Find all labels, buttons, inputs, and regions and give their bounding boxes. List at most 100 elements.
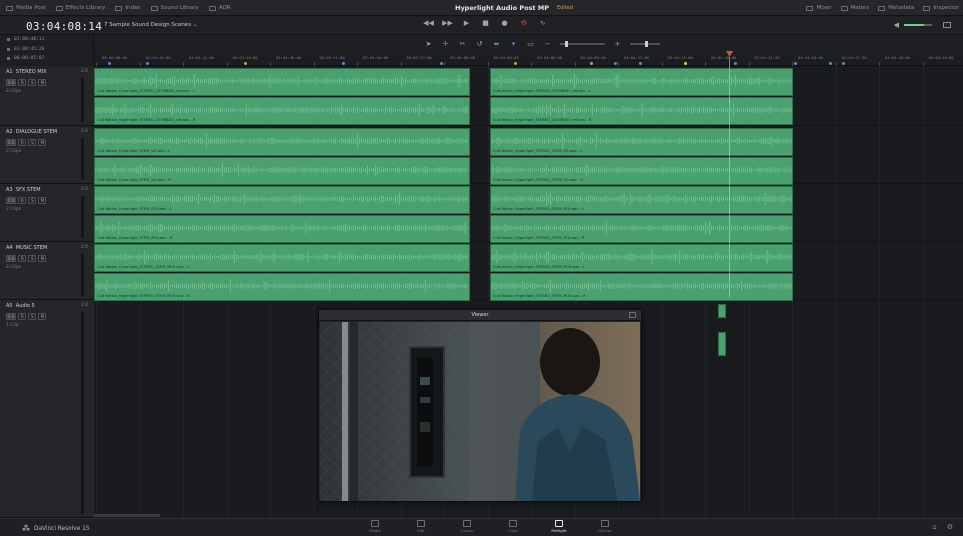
record-icon[interactable]: ● (500, 18, 509, 27)
track-volume[interactable]: 0.0 (6, 255, 17, 262)
audio-clip[interactable]: Cult Nation_Hyperlight_STEREO_2019BD01_r… (490, 68, 793, 96)
horizontal-scrollbar[interactable] (94, 514, 160, 517)
mixer-button[interactable]: Mixer (806, 5, 832, 11)
timeline-marker[interactable] (614, 62, 617, 65)
audio-clip[interactable]: Cult Nation_Hyperlight_STEM_VO.wav - R (94, 157, 470, 185)
track-record-button[interactable]: R (18, 197, 27, 204)
track-name[interactable]: A3 SFX STEM (6, 187, 41, 193)
track-name[interactable]: A5 Audio 5 (6, 303, 35, 309)
page-tab-fusion[interactable]: Fusion (452, 520, 482, 533)
effects-library-button[interactable]: Effects Library (55, 5, 105, 11)
sound-library-button[interactable]: Sound Library (150, 5, 199, 11)
track-mute-button[interactable]: M (38, 79, 47, 86)
timeline-marker[interactable] (244, 62, 247, 65)
rewind-icon[interactable]: ◀◀ (423, 18, 434, 27)
timeline-marker[interactable] (794, 62, 797, 65)
metadata-button[interactable]: Metadata (878, 5, 914, 11)
volume-slider[interactable] (904, 24, 932, 26)
audio-clip[interactable] (718, 304, 726, 318)
track-solo-button[interactable]: S (28, 313, 37, 320)
zoom-in-icon[interactable]: + (613, 39, 622, 48)
timeline-marker[interactable] (829, 62, 832, 65)
track-header-a5[interactable]: A5 Audio 5 2.0 0.0 R S M 1 Clip (0, 300, 94, 518)
stop-icon[interactable]: ■ (481, 18, 490, 27)
range-selection-tool-icon[interactable]: ✛ (441, 39, 450, 48)
timeline-marker[interactable] (590, 62, 593, 65)
flag-icon[interactable]: ▾ (509, 39, 518, 48)
track-mute-button[interactable]: M (38, 197, 47, 204)
timeline-selector[interactable]: 7 Sample Sound Design Scenes ⌄ (104, 22, 197, 28)
track-record-button[interactable]: R (18, 313, 27, 320)
zoom-slider-2[interactable] (630, 40, 660, 47)
selection-tool-icon[interactable]: ➤ (424, 39, 433, 48)
track-solo-button[interactable]: S (28, 255, 37, 262)
automation-icon[interactable]: ∿ (538, 18, 547, 27)
loop-icon[interactable]: ⟲ (519, 18, 528, 27)
timeline-marker[interactable] (342, 62, 345, 65)
audio-clip[interactable]: Cult Nation_Hyperlight_STEREO_STEM_VO.wa… (490, 157, 793, 185)
timeline-marker[interactable] (842, 62, 845, 65)
media-pool-button[interactable]: Media Pool (6, 5, 46, 11)
timeline-ruler[interactable]: 00:00:00:00 03:03:45:00 03:03:42:00 03:03:4… (94, 53, 963, 66)
track-solo-button[interactable]: S (28, 197, 37, 204)
marker-icon[interactable]: ▭ (526, 39, 535, 48)
track-record-button[interactable]: R (18, 79, 27, 86)
audio-clip[interactable]: Cult Nation_Hyperlight_STEM_VO.wav - L (94, 128, 470, 156)
snapping-icon[interactable]: ↺ (475, 39, 484, 48)
inspector-button[interactable]: Inspector (923, 5, 959, 11)
audio-clip[interactable]: Cult Nation_Hyperlight_STEREO_2019BD01_r… (94, 68, 470, 96)
page-tab-deliver[interactable]: Deliver (590, 520, 620, 533)
play-icon[interactable]: ▶ (462, 18, 471, 27)
track-solo-button[interactable]: S (28, 79, 37, 86)
meters-button[interactable]: Meters (840, 5, 869, 11)
audio-clip[interactable]: Cult Nation_Hyperlight_STEREO_STEM_MUS.w… (94, 244, 470, 272)
timeline-marker[interactable] (639, 62, 642, 65)
page-tab-media[interactable]: Media (360, 520, 390, 533)
track-mute-button[interactable]: M (38, 139, 47, 146)
track-record-button[interactable]: R (18, 255, 27, 262)
audio-clip[interactable]: Cult Nation_Hyperlight_STEREO_2019BD01_r… (94, 97, 470, 125)
track-volume[interactable]: 0.0 (6, 313, 17, 320)
page-tab-fairlight[interactable]: Fairlight (544, 520, 574, 533)
track-name[interactable]: A4 MUSIC STEM (6, 245, 47, 251)
home-icon[interactable]: ⌂ (932, 523, 936, 531)
audio-clip[interactable] (718, 332, 726, 356)
track-header-a3[interactable]: A3 SFX STEM 2.0 0.0 R S M 2 Clips (0, 184, 94, 242)
track-name[interactable]: A2 DIALOGUE STEM (6, 129, 57, 135)
audio-clip[interactable]: Cult Nation_Hyperlight_STEREO_STEM_MUS.w… (94, 273, 470, 301)
timeline-marker[interactable] (440, 62, 443, 65)
track-volume[interactable]: 0.0 (6, 197, 17, 204)
audio-clip[interactable]: Cult Nation_Hyperlight_STEREO_STEM_SFX.w… (490, 186, 793, 214)
audio-clip[interactable]: Cult Nation_Hyperlight_STEM_SFX.wav - R (94, 215, 470, 243)
audio-clip[interactable]: Cult Nation_Hyperlight_STEREO_STEM_MUS.w… (490, 273, 793, 301)
track-volume[interactable]: 0.0 (6, 139, 17, 146)
fast-forward-icon[interactable]: ▶▶ (442, 18, 453, 27)
track-volume[interactable]: 0.0 (6, 79, 17, 86)
adr-button[interactable]: ADR (208, 5, 231, 11)
track-header-a2[interactable]: A2 DIALOGUE STEM 2.0 0.0 R S M 2 Clips (0, 126, 94, 184)
viewer-close-icon[interactable] (629, 312, 636, 318)
monitor-icon[interactable] (943, 22, 951, 28)
page-tab-edit[interactable]: Edit (406, 520, 436, 533)
audio-clip[interactable]: Cult Nation_Hyperlight_STEREO_STEM_MUS.w… (490, 244, 793, 272)
monitor-volume[interactable]: ◀ (894, 21, 951, 29)
timecode-display[interactable]: 03:04:08:14 (26, 20, 102, 33)
track-mute-button[interactable]: M (38, 255, 47, 262)
track-mute-button[interactable]: M (38, 313, 47, 320)
timeline-marker[interactable] (734, 62, 737, 65)
track-header-a1[interactable]: A1 STEREO MIX 2.0 0.0 R S M 2 Clips (0, 66, 94, 126)
timeline-marker[interactable] (146, 62, 149, 65)
zoom-out-icon[interactable]: − (543, 39, 552, 48)
audio-clip[interactable]: Cult Nation_Hyperlight_STEREO_STEM_VO.wa… (490, 128, 793, 156)
track-record-button[interactable]: R (18, 139, 27, 146)
audio-clip[interactable]: Cult Nation_Hyperlight_STEM_SFX.wav - L (94, 186, 470, 214)
audio-clip[interactable]: Cult Nation_Hyperlight_STEREO_STEM_SFX.w… (490, 215, 793, 243)
page-tab-color[interactable]: Color (498, 520, 528, 533)
razor-icon[interactable]: ✂ (458, 39, 467, 48)
timeline-marker[interactable] (684, 62, 687, 65)
audio-clip[interactable]: Cult Nation_Hyperlight_STEREO_2019BD01_r… (490, 97, 793, 125)
track-header-a4[interactable]: A4 MUSIC STEM 2.0 0.0 R S M 2 Clips (0, 242, 94, 300)
timeline-marker[interactable] (514, 62, 517, 65)
timeline-marker[interactable] (108, 62, 111, 65)
linked-selection-icon[interactable]: ⬌ (492, 39, 501, 48)
